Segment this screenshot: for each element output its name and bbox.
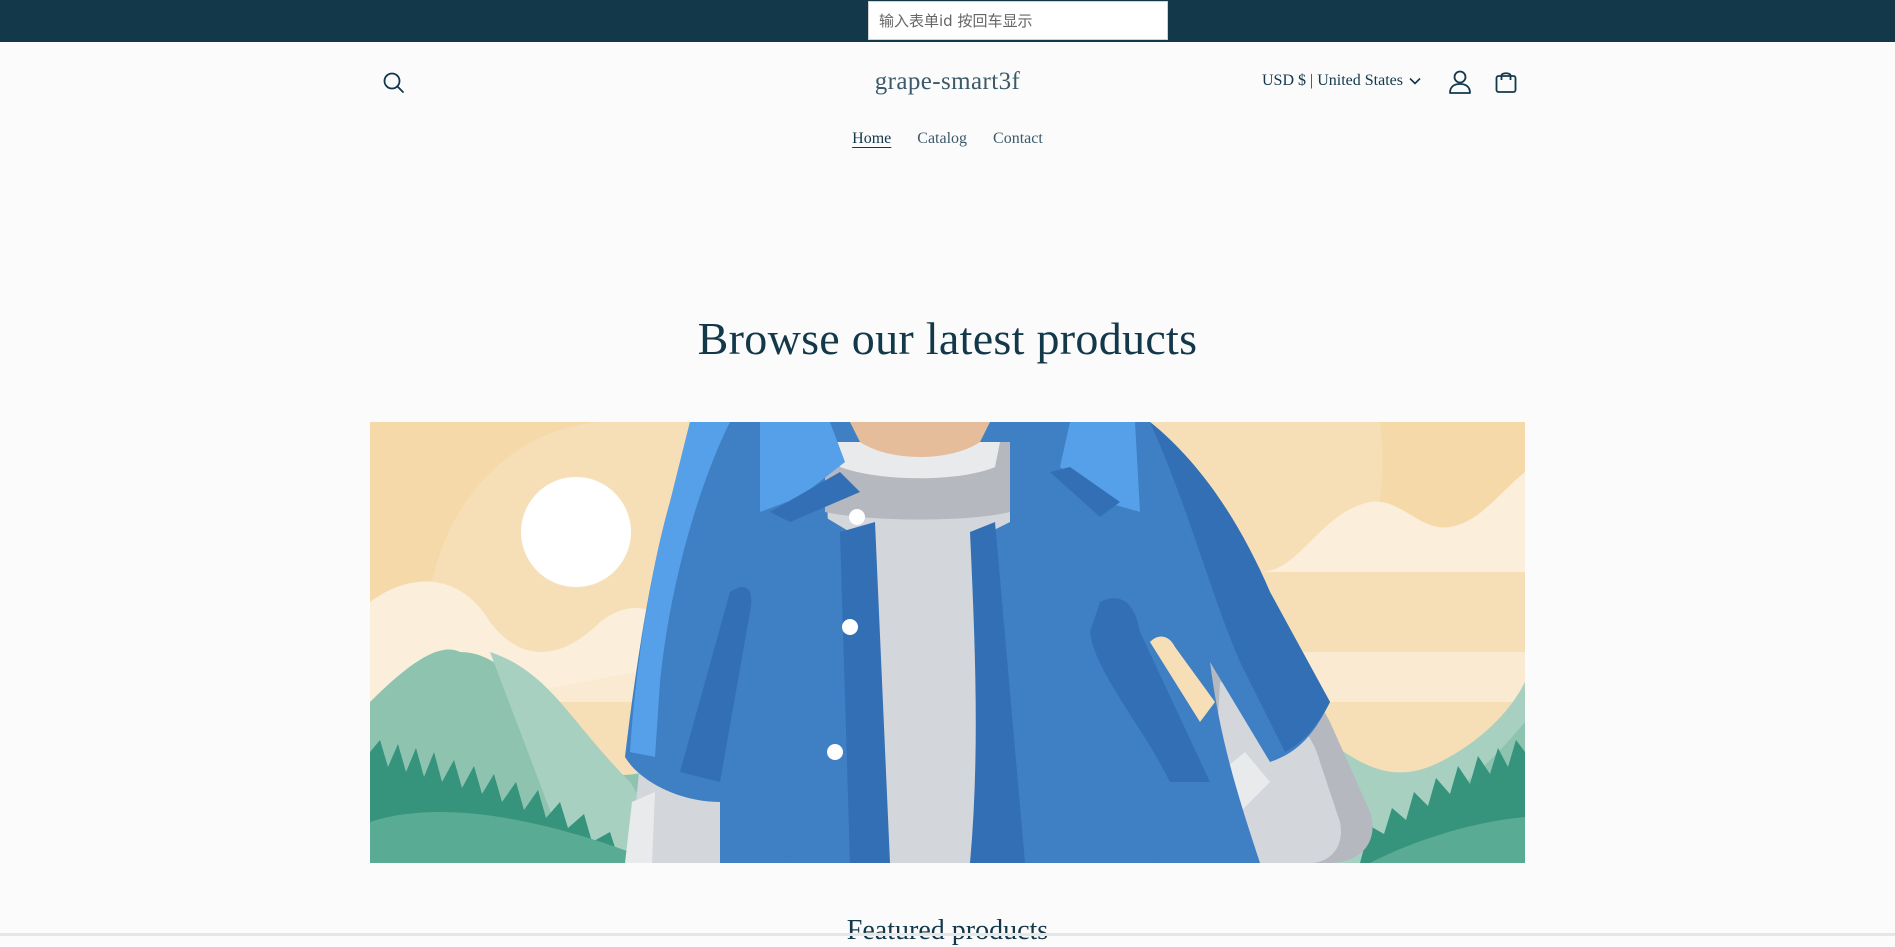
cart-icon [1495, 72, 1517, 93]
announcement-bar: Welcome to our store [0, 0, 1895, 42]
main-nav: Home Catalog Contact [0, 130, 1895, 148]
site-header: grape-smart3f USD $ | United States Home… [0, 42, 1895, 172]
account-button[interactable] [1446, 68, 1474, 96]
form-id-input[interactable] [868, 1, 1168, 40]
cart-button[interactable] [1492, 68, 1520, 96]
currency-label: USD $ | United States [1262, 72, 1403, 89]
currency-selector[interactable]: USD $ | United States [1262, 72, 1421, 90]
nav-item-catalog[interactable]: Catalog [917, 130, 967, 147]
hero-banner-image [370, 422, 1525, 863]
featured-products-title: Featured products [846, 915, 1049, 946]
nav-item-contact[interactable]: Contact [993, 130, 1043, 147]
nav-item-home[interactable]: Home [852, 130, 891, 147]
store-logo[interactable]: grape-smart3f [0, 68, 1895, 96]
hero-title: Browse our latest products [697, 313, 1198, 364]
account-icon [1449, 70, 1471, 94]
chevron-down-icon [1409, 78, 1421, 85]
